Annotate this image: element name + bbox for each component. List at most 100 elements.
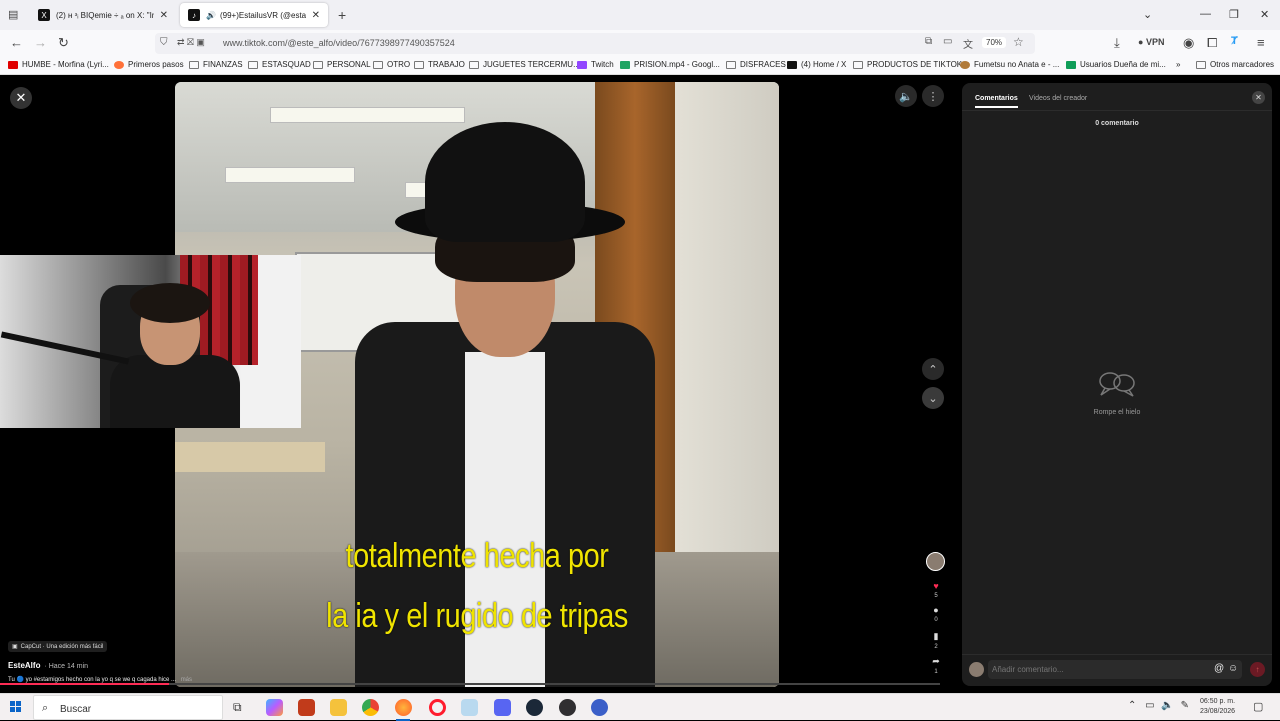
pen-icon[interactable]: ✎ [1181,700,1189,711]
bookmark-folder[interactable]: PERSONAL [313,60,371,69]
send-comment-button[interactable]: ↑ [1250,662,1265,677]
restore-icon[interactable]: ❐ [1229,8,1239,21]
firefox-icon[interactable] [395,699,412,716]
folder-icon [1196,60,1206,69]
obs-icon[interactable] [559,699,576,716]
opera-icon[interactable] [429,699,446,716]
discord-icon[interactable] [494,699,511,716]
comment-button[interactable]: ● 0 [928,605,944,623]
bookmark-item[interactable]: Twitch [577,60,614,69]
bookmark-folder[interactable]: DISFRACES [726,60,786,69]
comment-input[interactable] [988,660,1242,679]
notifications-icon[interactable]: ▢ [1253,700,1263,713]
tab-creator-videos[interactable]: Videos del creador [1029,95,1087,102]
bookmark-label: Otros marcadores [1210,60,1275,69]
close-tab-icon[interactable]: ✕ [312,10,320,21]
reload-icon[interactable]: ↻ [58,35,69,51]
share-button[interactable]: ➦ 1 [928,656,944,675]
volume-icon[interactable]: 🔈 [1161,700,1173,711]
reader-view-icon[interactable]: ▭ [943,36,952,47]
translate-icon[interactable]: 文 [963,36,973,51]
bookmark-item[interactable]: Primeros pasos [114,60,184,69]
tab-list-icon[interactable]: ▤ [8,8,18,21]
new-tab-button[interactable]: + [338,7,346,23]
back-icon[interactable]: ← [10,35,23,50]
bookmark-star-icon[interactable]: ☆ [1013,35,1024,49]
more-options-button[interactable]: ⋮ [922,85,944,107]
address-bar[interactable]: ⛉ ⇄ ⛝ ▣ www.tiktok.com/@este_alfo/video/… [155,33,1035,54]
bookmark-folder[interactable]: JUGUETES TERCERMU... [469,60,580,69]
speaker-icon[interactable]: 🔊 [206,11,216,20]
x-logo-icon [787,60,797,69]
previous-video-button[interactable]: ⌃ [922,358,944,380]
extensions-icon[interactable]: ⧠ [1207,35,1217,51]
capcut-badge[interactable]: ▣ CapCut · Una edición más fácil [8,641,108,652]
bookmark-folder[interactable]: FINANZAS [189,60,243,69]
forward-icon[interactable]: → [34,35,47,50]
steam-icon[interactable] [526,699,543,716]
permissions-icon[interactable]: ⇄ ⛝ ▣ [177,37,205,48]
picture-in-picture-icon[interactable]: ⧉ [925,36,932,47]
video-progress-bar[interactable] [0,683,940,685]
system-tray[interactable]: ⌃ ▭ 🔈 ✎ [1128,700,1189,711]
mention-icon[interactable]: @ [1214,663,1224,674]
bookmark-label: Fumetsu no Anata e - ... [974,60,1060,69]
folder-icon [469,60,479,69]
close-comments-button[interactable]: ✕ [1252,91,1265,104]
network-icon[interactable]: ▭ [1145,700,1154,711]
bookmark-folder[interactable]: ESTASQUAD [248,60,311,69]
windows-taskbar: ⌕ Buscar ⧉ ⌃ ▭ 🔈 ✎ 06:50 p. m. 23/08/202… [0,693,1280,721]
bookmark-label: Twitch [591,60,614,69]
url-text[interactable]: www.tiktok.com/@este_alfo/video/76773989… [223,38,455,48]
volume-button[interactable]: 🔈 [895,85,917,107]
browser-tab-tiktok[interactable]: ♪ 🔊 (99+)EstailusVR (@estailus ✕ [180,3,328,27]
folder-icon [189,60,199,69]
file-explorer-icon[interactable] [330,699,347,716]
browser-tab-x[interactable]: X (2) ʜ ᵌᵢ BIQemie ÷ ₐ on X: "Intr ✕ [30,3,176,27]
account-icon[interactable]: ◉ [1183,35,1194,51]
save-button[interactable]: ▮ 2 [928,631,944,650]
creator-avatar[interactable] [926,552,945,571]
chrome-icon[interactable] [362,699,379,716]
app-icon[interactable] [461,699,478,716]
bookmark-folder[interactable]: OTRO [373,60,410,69]
taskbar-clock[interactable]: 06:50 p. m. 23/08/2026 [1200,697,1235,717]
downloads-icon[interactable]: ⤓ [1114,35,1120,51]
menu-icon[interactable]: ≡ [1257,35,1265,50]
copilot-icon[interactable] [266,699,283,716]
windows-start-icon[interactable] [10,701,22,713]
like-button[interactable]: ♥ 5 [928,581,944,599]
folder-icon [853,60,863,69]
bookmark-folder[interactable]: Otros marcadores [1196,60,1274,69]
next-video-button[interactable]: ⌄ [922,387,944,409]
author-name[interactable]: EsteAlfo [8,661,40,670]
tab-comments[interactable]: Comentarios [975,95,1018,108]
bookmark-item[interactable]: (4) Home / X [787,60,846,69]
extension-app-icon[interactable]: Ⱦ [1231,35,1238,47]
minimize-icon[interactable]: — [1200,8,1211,20]
close-tab-icon[interactable]: ✕ [160,10,168,21]
emoji-icon[interactable]: ☺ [1228,663,1238,674]
taskbar-search[interactable]: ⌕ Buscar [33,695,223,720]
vpn-button[interactable]: ● VPN [1138,37,1164,47]
bookmark-folder[interactable]: TRABAJO [414,60,465,69]
task-view-icon[interactable]: ⧉ [233,700,242,715]
chevron-up-icon[interactable]: ⌃ [1128,700,1136,711]
close-window-icon[interactable]: ✕ [1260,8,1269,21]
more-bookmarks-chevron-icon[interactable]: » [1176,60,1180,69]
video-caption-line-2: la ia y el rugido de tripas [326,597,628,635]
shield-icon[interactable]: ⛉ [160,37,168,48]
app-icon[interactable] [591,699,608,716]
site-icon [960,60,970,69]
zoom-level[interactable]: 70% [982,37,1007,48]
video-caption-line-1: totalmente hecha por [345,537,609,575]
office-icon[interactable] [298,699,315,716]
close-video-button[interactable]: ✕ [10,87,32,109]
bookmark-item[interactable]: Fumetsu no Anata e - ... [960,60,1059,69]
capcut-icon: ▣ [12,644,18,650]
bookmark-item[interactable]: PRISION.mp4 - Googl... [620,60,720,69]
bookmark-folder[interactable]: PRODUCTOS DE TIKTOK [853,60,962,69]
bookmark-item[interactable]: Usuarios Dueña de mi... [1066,60,1166,69]
bookmark-item[interactable]: HUMBE - Morfina (Lyri... [8,60,109,69]
list-tabs-chevron-icon[interactable]: ⌄ [1143,8,1152,21]
